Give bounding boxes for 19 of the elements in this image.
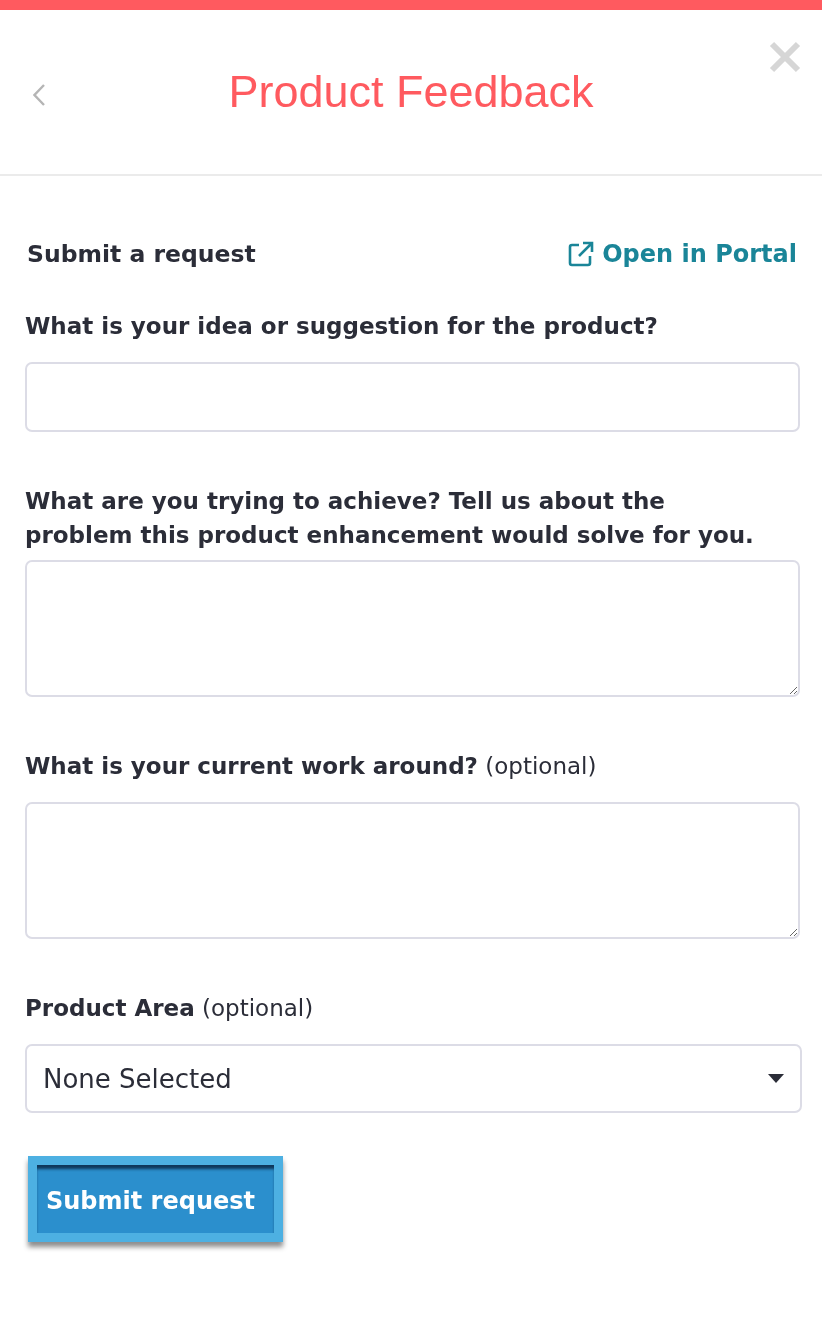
dropdown-field[interactable]: None Selected: [25, 1044, 802, 1113]
external-link-icon: [568, 241, 595, 267]
close-button[interactable]: [768, 40, 802, 74]
close-icon: [769, 41, 801, 73]
text-area-field[interactable]: [25, 802, 800, 939]
field-label: What is your idea or suggestion for the product?: [25, 313, 658, 339]
back-chevron-icon: [33, 84, 45, 106]
caret-down-icon: [768, 1074, 784, 1083]
optional-note: (optional): [202, 995, 314, 1021]
panel-title: Product Feedback: [228, 65, 594, 119]
field-label: What are you trying to achieve? Tell us about the problem this product enhancement would solve for you.: [25, 488, 754, 548]
optional-note: (optional): [485, 753, 597, 779]
text-area-field[interactable]: [25, 560, 800, 697]
form-heading: Submit a request: [27, 239, 256, 270]
field-label: What is your current work around?: [25, 753, 478, 779]
open-in-portal-link[interactable]: Open in Portal: [568, 237, 797, 271]
text-input-field[interactable]: [25, 362, 800, 432]
field-label: Product Area: [25, 995, 195, 1021]
submit-button[interactable]: Submit request: [28, 1156, 283, 1242]
